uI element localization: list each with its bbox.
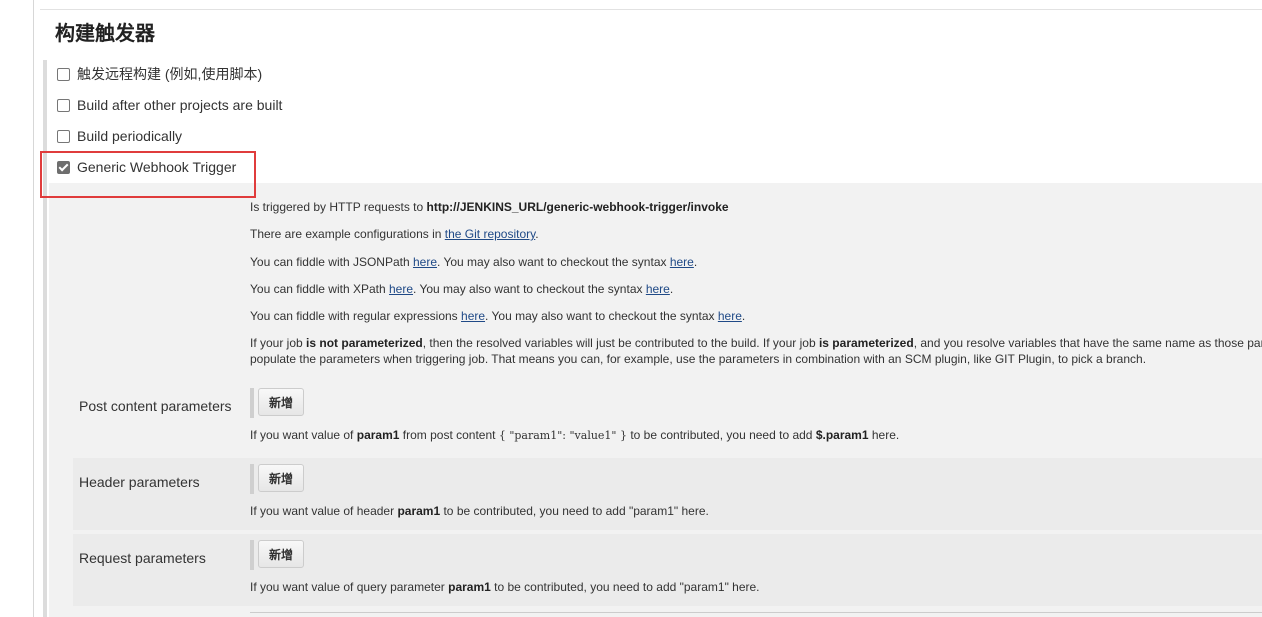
header-parameters-label: Header parameters	[79, 474, 200, 490]
request-parameters-label: Request parameters	[79, 550, 206, 566]
invoke-url: http://JENKINS_URL/generic-webhook-trigg…	[426, 200, 729, 214]
help-line-examples: There are example configurations in the …	[250, 226, 539, 242]
section-indent-bar	[43, 60, 47, 617]
add-request-parameter-button[interactable]: 新增	[258, 540, 304, 568]
help-text: .	[741, 309, 746, 323]
post-content-parameters-label: Post content parameters	[79, 398, 232, 414]
remote-trigger-checkbox[interactable]	[57, 67, 70, 81]
regex-fiddle-link[interactable]: here	[461, 309, 485, 323]
jsonpath-fiddle-link[interactable]: here	[413, 255, 437, 269]
header-parameters-section: Header parameters 新增 If you want value o…	[73, 458, 1262, 530]
highlight-annotation-box	[40, 151, 256, 198]
help-line-populate: populate the parameters when triggering …	[250, 352, 1147, 366]
help-text: , then the resolved variables will just …	[422, 336, 819, 350]
param-indent-bar	[250, 388, 254, 418]
regex-syntax-link[interactable]: here	[718, 309, 742, 323]
remote-trigger-label[interactable]: 触发远程构建 (例如,使用脚本)	[77, 64, 262, 84]
help-line-invoke-url: Is triggered by HTTP requests to http://…	[250, 199, 729, 215]
help-text: . You may also want to checkout the synt…	[485, 309, 718, 323]
help-text: If your job	[250, 336, 307, 350]
section-title: 构建触发器	[55, 21, 155, 45]
help-text: If you want value of header	[250, 504, 398, 518]
help-line-parameterized: If your job is not parameterized, then t…	[250, 335, 1262, 351]
trigger-option-periodically[interactable]: Build periodically	[57, 126, 182, 146]
help-text: . You may also want to checkout the synt…	[437, 255, 670, 269]
help-text: from post content	[399, 428, 499, 442]
help-text: .	[669, 282, 674, 296]
xpath-syntax-link[interactable]: here	[646, 282, 670, 296]
help-line-xpath: You can fiddle with XPath here. You may …	[250, 281, 673, 297]
add-post-content-parameter-button[interactable]: 新增	[258, 388, 304, 416]
help-text: to be contributed, you need to add	[627, 428, 816, 442]
trigger-option-after-other-projects[interactable]: Build after other projects are built	[57, 95, 282, 115]
jsonpath-syntax-link[interactable]: here	[670, 255, 694, 269]
post-content-parameters-section: Post content parameters 新增 If you want v…	[73, 382, 1262, 454]
help-bold-text: param1	[356, 428, 400, 442]
help-text: There are example configurations in	[250, 227, 445, 241]
help-bold-text: is not parameterized	[306, 336, 423, 350]
header-parameters-help: If you want value of header param1 to be…	[250, 504, 709, 518]
after-other-projects-label[interactable]: Build after other projects are built	[77, 97, 282, 113]
help-text: . You may also want to checkout the synt…	[413, 282, 646, 296]
help-code-text: { "param1": "value1" }	[498, 429, 627, 442]
left-divider	[33, 0, 34, 617]
help-text: You can fiddle with regular expressions	[250, 309, 462, 323]
help-line-jsonpath: You can fiddle with JSONPath here. You m…	[250, 254, 697, 270]
help-text: to be contributed, you need to add "para…	[490, 580, 760, 594]
help-bold-text: $.param1	[815, 428, 869, 442]
post-content-parameters-help: If you want value of param1 from post co…	[250, 428, 899, 442]
top-divider	[40, 9, 1262, 10]
param-indent-bar	[250, 464, 254, 494]
request-parameters-section: Request parameters 新增 If you want value …	[73, 534, 1262, 606]
git-repository-link[interactable]: the Git repository	[445, 227, 535, 241]
help-text: here.	[868, 428, 900, 442]
help-text: .	[535, 227, 539, 241]
help-text: Is triggered by HTTP requests to	[250, 200, 427, 214]
help-text: If you want value of query parameter	[250, 580, 449, 594]
help-text: to be contributed, you need to add "para…	[440, 504, 709, 518]
help-bold-text: is parameterized	[818, 336, 914, 350]
trigger-option-remote[interactable]: 触发远程构建 (例如,使用脚本)	[57, 64, 262, 84]
help-bold-text: param1	[448, 580, 491, 594]
add-header-parameter-button[interactable]: 新增	[258, 464, 304, 492]
jenkins-config-page: 构建触发器 触发远程构建 (例如,使用脚本) Build after other…	[0, 0, 1262, 617]
build-periodically-checkbox[interactable]	[57, 129, 70, 143]
help-bold-text: param1	[397, 504, 441, 518]
xpath-fiddle-link[interactable]: here	[389, 282, 413, 296]
help-text: If you want value of	[250, 428, 357, 442]
param-indent-bar	[250, 540, 254, 570]
build-periodically-label[interactable]: Build periodically	[77, 128, 182, 144]
help-text: You can fiddle with JSONPath	[250, 255, 413, 269]
after-other-projects-checkbox[interactable]	[57, 98, 70, 112]
help-text: You can fiddle with XPath	[250, 282, 389, 296]
request-parameters-help: If you want value of query parameter par…	[250, 580, 760, 594]
next-section-divider	[250, 612, 1262, 613]
help-text: .	[693, 255, 698, 269]
help-line-regex: You can fiddle with regular expressions …	[250, 308, 745, 324]
help-text: , and you resolve variables that have th…	[913, 336, 1262, 350]
